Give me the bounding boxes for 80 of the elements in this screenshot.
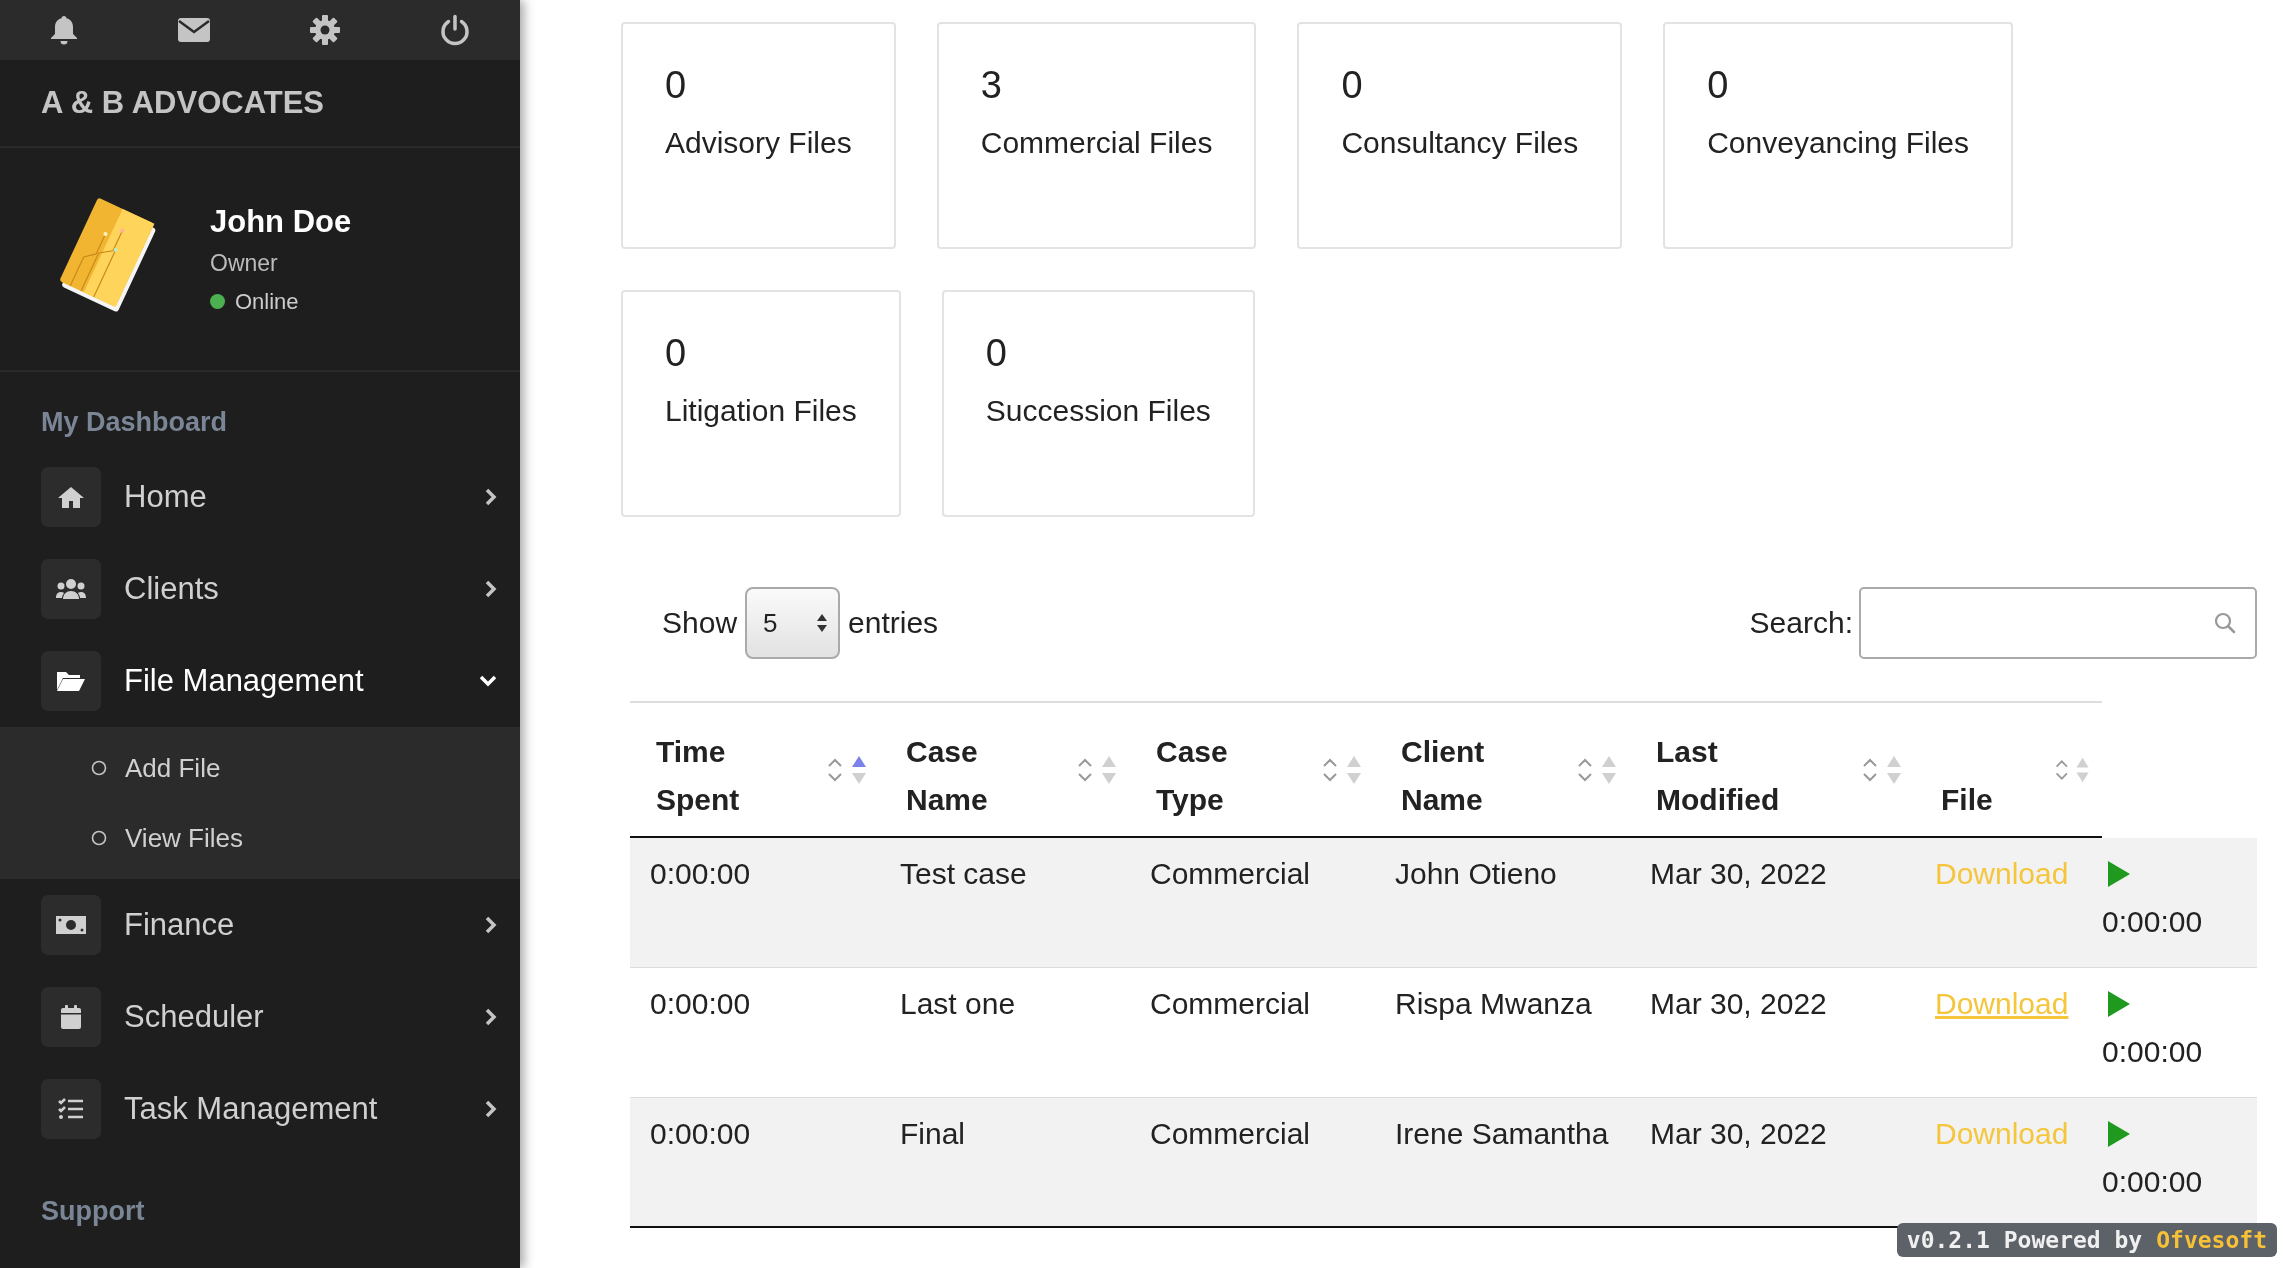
chevron-icon[interactable] — [484, 915, 498, 935]
file-count: 0 — [665, 63, 688, 108]
column-title: Case Name — [906, 734, 989, 818]
chevron-icon[interactable] — [484, 1007, 498, 1027]
stat-card[interactable]: 0 Litigation Files — [621, 290, 901, 517]
brand-name: A & B ADVOCATES — [0, 60, 520, 148]
stat-card[interactable]: 0 Consultancy Files — [1297, 22, 1623, 249]
submenu-item[interactable]: View Files — [125, 822, 243, 854]
search-label: Search: — [1749, 606, 1853, 640]
version-text: v0.2.1 Powered by — [1906, 1227, 2143, 1253]
search-field[interactable] — [1859, 587, 2257, 659]
file-count: 0 — [1341, 63, 1364, 108]
timer-text: 0:00:00 — [2102, 1034, 2204, 1070]
table-cell: Mar 30, 2022 — [1630, 838, 1915, 968]
circle-icon — [91, 830, 107, 846]
file-count: 0 — [1707, 63, 1730, 108]
file-count: 3 — [980, 63, 1003, 108]
users-icon[interactable] — [41, 559, 101, 619]
show-label: Show — [662, 606, 738, 640]
section-heading: Support — [40, 1195, 146, 1228]
table-cell: 0:00:00 — [630, 838, 880, 968]
category-label: Conveyancing Files — [1707, 126, 1969, 160]
menu-item[interactable]: File Management — [124, 663, 478, 699]
category-label: Commercial Files — [980, 126, 1213, 160]
category-label: Litigation Files — [665, 394, 857, 428]
category-label: Advisory Files — [665, 126, 852, 160]
envelope-icon[interactable] — [177, 17, 211, 43]
table-cell: John Otieno — [1375, 838, 1630, 968]
circle-icon — [91, 760, 107, 776]
column-title: File — [1941, 782, 1994, 818]
user-role: Owner — [210, 249, 279, 277]
chevron-icon[interactable] — [484, 487, 498, 507]
column-title: Case Type — [1156, 734, 1229, 818]
settings-icon[interactable] — [309, 14, 341, 46]
timer-text: 0:00:00 — [2102, 1164, 2204, 1200]
stat-card[interactable]: 0 Advisory Files — [621, 22, 896, 249]
chevron-icon[interactable] — [484, 579, 498, 599]
submenu-item[interactable]: Add File — [125, 752, 221, 784]
file-count: 0 — [665, 331, 688, 376]
menu-item[interactable]: Finance — [124, 907, 484, 943]
house-icon[interactable] — [41, 467, 101, 527]
column-title: Client Name — [1401, 734, 1486, 818]
checklist-icon[interactable] — [41, 1079, 101, 1139]
file-count: 0 — [985, 331, 1008, 376]
play-icon[interactable] — [2106, 1119, 2132, 1149]
status-text: Online — [235, 288, 299, 315]
menu-item[interactable]: Task Management — [124, 1091, 484, 1127]
table-cell: 0:00:00 — [630, 1098, 880, 1228]
table-cell: Irene Samantha — [1375, 1098, 1630, 1228]
menu-item[interactable]: Home — [124, 479, 484, 515]
table-cell: Commercial — [1130, 1098, 1375, 1228]
table-cell: Mar 30, 2022 — [1630, 1098, 1915, 1228]
entries-label: entries — [848, 606, 939, 640]
updown-icon[interactable] — [816, 612, 829, 634]
stat-card[interactable]: 0 Succession Files — [941, 290, 1255, 517]
bell-icon[interactable] — [49, 14, 79, 46]
search-icon[interactable] — [2213, 611, 2237, 635]
table-cell: Final — [880, 1098, 1130, 1228]
play-icon[interactable] — [2106, 859, 2132, 889]
stat-card[interactable]: 3 Commercial Files — [936, 22, 1257, 249]
user-name: John Doe — [210, 203, 352, 240]
category-label: Succession Files — [985, 394, 1211, 428]
category-label: Consultancy Files — [1341, 126, 1579, 160]
power-icon[interactable] — [439, 14, 471, 46]
folder-icon[interactable] — [41, 651, 101, 711]
chevron-icon[interactable] — [484, 1099, 498, 1119]
calendar-icon[interactable] — [41, 987, 101, 1047]
table-cell: Test case — [880, 838, 1130, 968]
banknote-icon[interactable] — [41, 895, 101, 955]
stat-card[interactable]: 0 Conveyancing Files — [1663, 22, 2013, 249]
play-icon[interactable] — [2106, 989, 2132, 1019]
column-title: Time Spent — [656, 734, 741, 818]
vendor-name[interactable]: Ofvesoft — [2156, 1227, 2267, 1253]
section-heading: My Dashboard — [40, 406, 229, 439]
menu-item[interactable]: Clients — [124, 571, 484, 607]
column-title: Last Modified — [1656, 734, 1781, 818]
table-cell: Commercial — [1130, 838, 1375, 968]
page-size-select[interactable]: 5 — [745, 587, 841, 659]
menu-item[interactable]: Scheduler — [124, 999, 484, 1035]
timer-text: 0:00:00 — [2102, 904, 2204, 940]
